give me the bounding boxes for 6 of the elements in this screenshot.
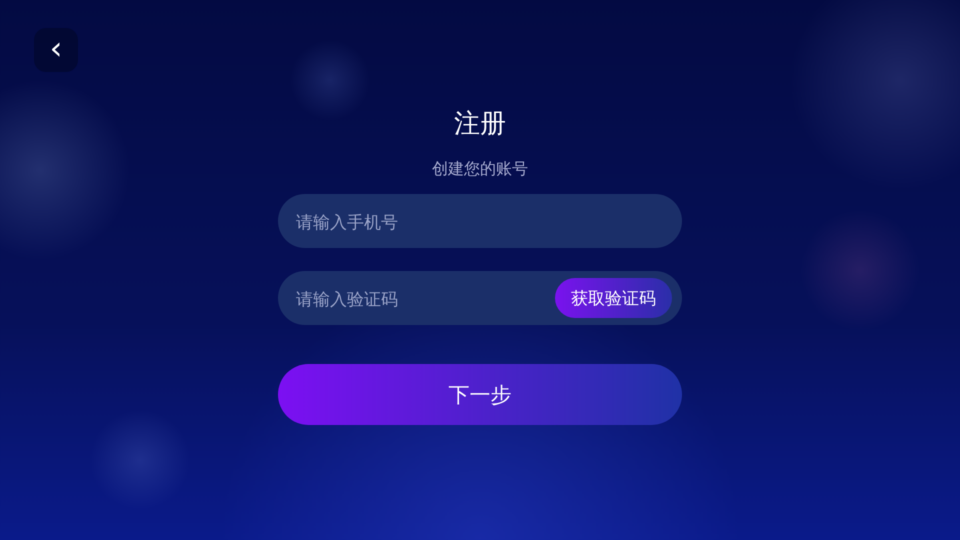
page-subtitle: 创建您的账号 (432, 158, 528, 180)
next-button[interactable]: 下一步 (278, 364, 682, 425)
page-title: 注册 (454, 108, 506, 141)
back-button[interactable]: ‹ (34, 28, 78, 72)
get-code-button[interactable]: 获取验证码 (555, 278, 672, 318)
phone-field[interactable]: 请输入手机号 (278, 194, 682, 248)
